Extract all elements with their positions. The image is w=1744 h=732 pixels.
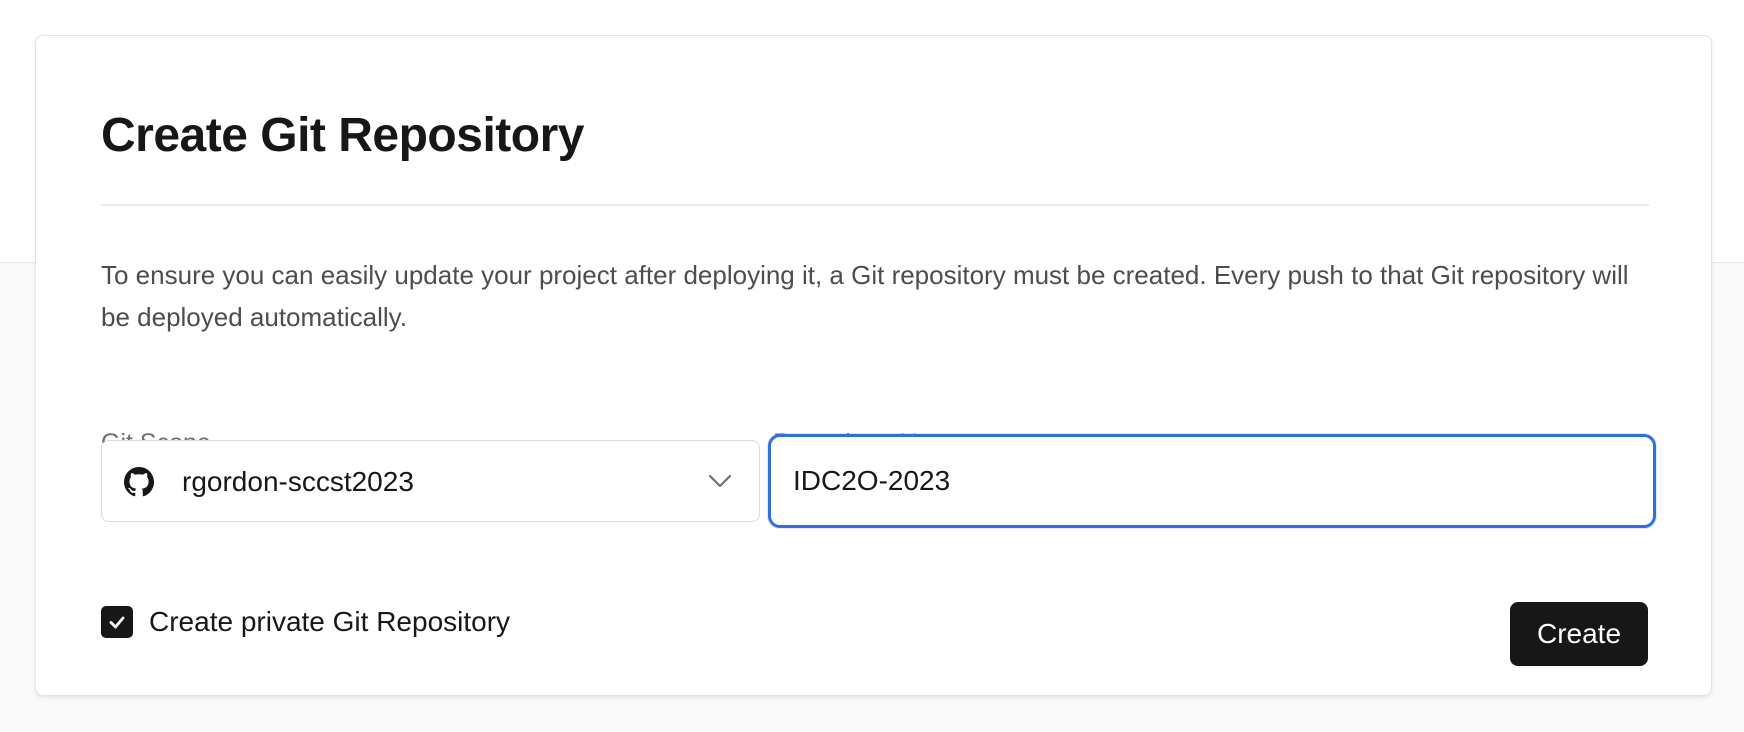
title-divider: [101, 204, 1649, 206]
chevron-down-icon: [708, 474, 732, 488]
private-repository-option: Create private Git Repository: [101, 602, 510, 642]
private-repository-checkbox[interactable]: [101, 606, 133, 638]
repository-name-input[interactable]: [771, 437, 1653, 525]
repository-name-field: [768, 434, 1656, 528]
dialog-title: Create Git Repository: [101, 109, 584, 162]
git-scope-value: rgordon-sccst2023: [182, 466, 414, 497]
private-repository-label[interactable]: Create private Git Repository: [149, 603, 510, 641]
create-git-repository-dialog: Create Git Repository To ensure you can …: [35, 35, 1712, 696]
github-icon: [124, 467, 154, 497]
create-button[interactable]: Create: [1510, 602, 1648, 666]
git-scope-select[interactable]: rgordon-sccst2023: [101, 440, 760, 522]
checkmark-icon: [109, 616, 125, 629]
dialog-description: To ensure you can easily update your pro…: [101, 260, 1629, 332]
